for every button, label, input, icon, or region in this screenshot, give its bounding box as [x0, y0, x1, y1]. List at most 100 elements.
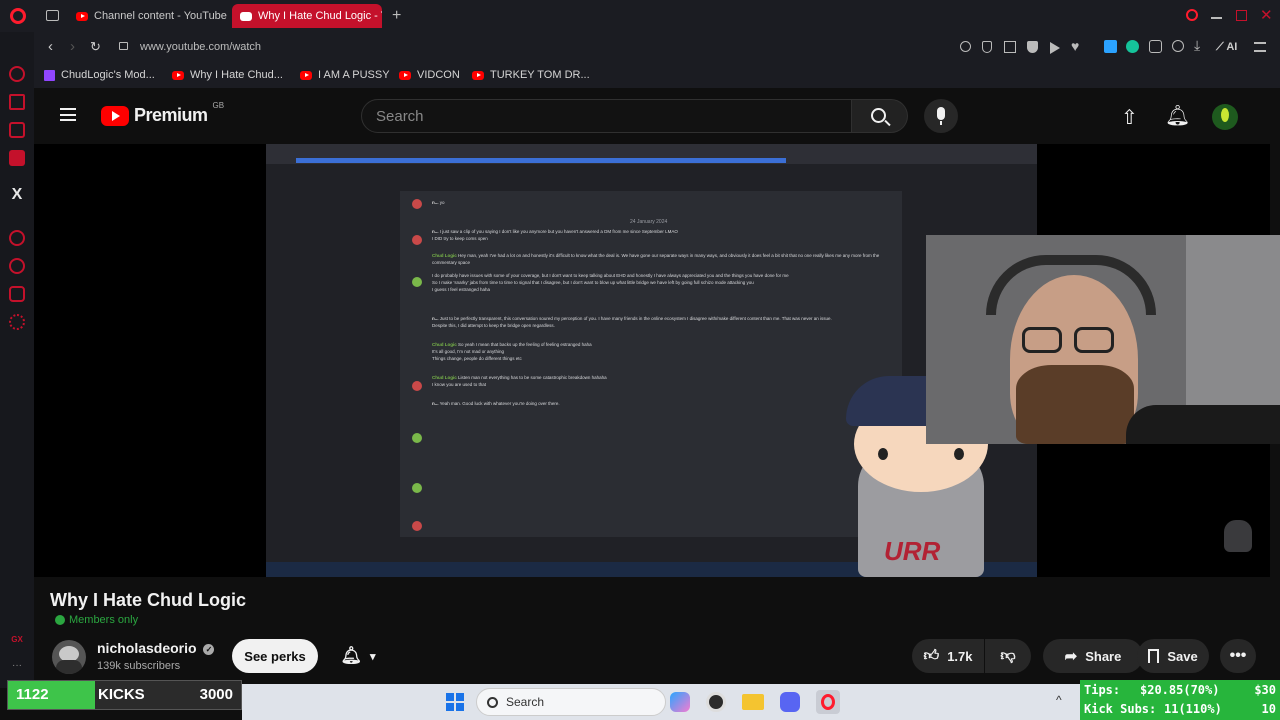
aria-ai-button[interactable]: ⟋ AI: [1216, 41, 1237, 54]
chat-message: n... Just to be perfectly transparent, t…: [432, 315, 882, 322]
like-button[interactable]: 👍︎ 1.7k: [912, 639, 984, 673]
chat-message: It's all good, I'm not mad or anything: [432, 348, 882, 355]
heart-icon[interactable]: ♥: [1071, 38, 1079, 54]
taskbar-search[interactable]: Search: [476, 688, 666, 716]
bookmark-why-i-hate-chud[interactable]: Why I Hate Chud...: [172, 69, 283, 81]
tab-why-i-hate-chud-logic[interactable]: Why I Hate Chud Logic - YouTube: [232, 4, 382, 28]
grammarly-icon[interactable]: [1126, 40, 1139, 53]
create-upload-icon[interactable]: ⇧: [1121, 105, 1138, 130]
bookmark-label: VIDCON: [417, 69, 460, 81]
youtube-premium-logo[interactable]: Premium GB: [101, 101, 224, 126]
x-twitter-icon[interactable]: X: [9, 187, 25, 203]
chevron-up-icon[interactable]: ^: [1056, 693, 1062, 707]
notification-settings-button[interactable]: 🔔︎ ▾: [329, 639, 387, 673]
chat-text: Despite this, I did attempt to keep the …: [432, 323, 555, 328]
url-text[interactable]: www.youtube.com/watch: [140, 41, 261, 53]
mascot-watermark-icon: [1224, 520, 1252, 552]
share-label: Share: [1085, 648, 1122, 664]
chat-text: I just saw a clip of you saying I don't …: [439, 229, 678, 234]
search-input[interactable]: Search: [361, 99, 852, 133]
chat-message: Chud Logic So yeah I mean that backs up …: [432, 341, 882, 348]
hamburger-menu-icon[interactable]: [60, 108, 76, 121]
chat-message: Chud Logic Listen man not everything has…: [432, 374, 882, 381]
search-tabs-icon[interactable]: [1186, 9, 1198, 21]
chat-text: I know you are used to that: [432, 382, 487, 387]
chat-text: yo: [439, 200, 445, 205]
chat-text: Yeah man. Good luck with whatever you're…: [439, 401, 560, 406]
download-icon[interactable]: ⤓: [1194, 37, 1200, 54]
chat-text: Listen man not everything has to be some…: [458, 375, 607, 380]
account-avatar[interactable]: [1212, 104, 1238, 130]
tab-islands-icon[interactable]: [46, 10, 59, 21]
discord-icon[interactable]: [780, 692, 800, 712]
file-explorer-icon[interactable]: [742, 694, 764, 710]
extensions-icon[interactable]: [1149, 40, 1162, 53]
obs-icon[interactable]: [706, 692, 726, 712]
save-label: Save: [1167, 648, 1198, 664]
taskbar-search-label: Search: [506, 695, 545, 709]
chat-author: Chud Logic: [432, 342, 457, 347]
history-icon[interactable]: [9, 258, 25, 274]
profile-icon[interactable]: [1172, 40, 1184, 52]
chat-avatar: [412, 521, 422, 531]
bookmark-label: I AM A PUSSY: [318, 69, 390, 81]
see-perks-button[interactable]: See perks: [232, 639, 318, 673]
close-window-icon[interactable]: ✕: [1260, 6, 1273, 24]
copilot-icon[interactable]: [670, 692, 690, 712]
channel-avatar[interactable]: [52, 640, 86, 674]
verified-check-icon: ✓: [203, 643, 215, 655]
gx-icon[interactable]: GX: [9, 632, 25, 648]
minimize-window-icon[interactable]: [1211, 17, 1222, 19]
snapshot-icon[interactable]: [1004, 41, 1016, 53]
reload-icon[interactable]: ↻: [90, 39, 101, 55]
opera-menu-icon[interactable]: [10, 8, 26, 24]
play-icon[interactable]: [1050, 42, 1060, 54]
voice-search-button[interactable]: [924, 99, 958, 133]
bell-icon: 🔔︎: [340, 646, 363, 665]
kick-subs-goal: 10: [1261, 702, 1276, 716]
bookmarks-bar: ChudLogic's Mod... Why I Hate Chud... I …: [34, 64, 1280, 88]
youtube-icon: [172, 70, 184, 80]
new-tab-plus-icon[interactable]: +: [392, 7, 401, 25]
pin-icon[interactable]: [982, 41, 992, 53]
player-icon[interactable]: [9, 230, 25, 246]
zoom-icon[interactable]: [960, 41, 971, 52]
windows-start-icon[interactable]: [446, 693, 464, 711]
easy-setup-menu-icon[interactable]: [1254, 42, 1266, 52]
save-button[interactable]: Save: [1137, 639, 1209, 673]
channel-name[interactable]: nicholasdeorio ✓: [97, 640, 215, 656]
kick-subs-value: 11(110%): [1164, 702, 1222, 716]
more-actions-button[interactable]: •••: [1220, 639, 1256, 673]
shield-icon[interactable]: [1027, 41, 1038, 53]
bookmark-chudlogic-mod[interactable]: ChudLogic's Mod...: [44, 69, 155, 81]
dislike-button[interactable]: 👎︎: [985, 639, 1031, 673]
kicks-label: KICKS: [98, 686, 145, 703]
chat-author: n...: [432, 401, 439, 406]
chat-text: Just to be perfectly transparent, this c…: [439, 316, 832, 321]
crypto-wallet-icon[interactable]: [9, 94, 25, 110]
channel-name-text: nicholasdeorio: [97, 640, 197, 656]
aria-icon[interactable]: [9, 66, 25, 82]
extensions-sidebar-icon[interactable]: [9, 286, 25, 302]
chat-avatar: [412, 483, 422, 493]
chat-message: n... I just saw a clip of you saying I d…: [432, 228, 882, 235]
youtube-icon: [300, 70, 312, 80]
workspace-icon[interactable]: [9, 122, 25, 138]
more-icon[interactable]: ···: [9, 660, 25, 676]
chat-message: n... Yeah man. Good luck with whatever y…: [432, 400, 882, 407]
chat-message: n... yo: [432, 199, 882, 206]
messenger-icon[interactable]: [9, 150, 25, 166]
search-button[interactable]: [852, 99, 908, 133]
forward-icon[interactable]: ›: [70, 38, 75, 55]
bookmark-vidcon[interactable]: VIDCON: [399, 69, 460, 81]
bookmark-i-am-a-pussy[interactable]: I AM A PUSSY: [300, 69, 390, 81]
back-icon[interactable]: ‹: [48, 38, 53, 55]
notifications-bell-icon[interactable]: 🔔︎: [1165, 103, 1190, 128]
settings-gear-icon[interactable]: [9, 314, 25, 330]
extension-puzzle-icon[interactable]: [1104, 40, 1117, 53]
tab-channel-content[interactable]: Channel content - YouTube: [68, 4, 228, 28]
bookmark-turkey-tom[interactable]: TURKEY TOM DR...: [472, 69, 590, 81]
opera-gx-taskbar-icon[interactable]: [816, 690, 840, 714]
share-button[interactable]: ➦ Share: [1043, 639, 1143, 673]
maximize-window-icon[interactable]: [1236, 10, 1247, 21]
